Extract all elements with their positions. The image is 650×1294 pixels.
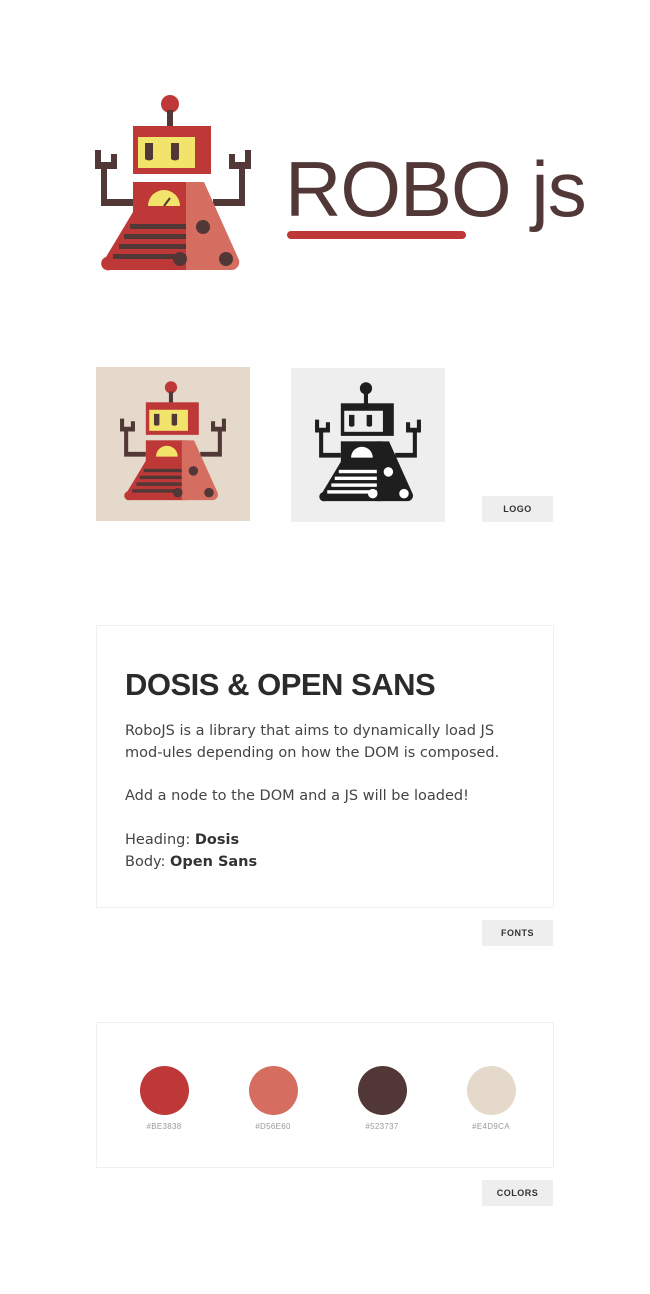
body-font-label: Body: bbox=[125, 854, 166, 870]
color-dot bbox=[357, 1066, 407, 1115]
fonts-card: DOSIS & OPEN SANS RoboJS is a library th… bbox=[96, 625, 554, 908]
logo-wordmark: ROBO js bbox=[285, 145, 587, 233]
fonts-section-label: FONTS bbox=[482, 920, 553, 946]
fonts-tagline: Add a node to the DOM and a JS will be l… bbox=[125, 788, 469, 804]
heading-font-value: Dosis bbox=[194, 832, 240, 848]
logo-color-tile bbox=[96, 367, 250, 521]
logo-mono-tile bbox=[291, 368, 445, 522]
color-dot bbox=[466, 1066, 516, 1115]
robot-logo-mono-icon bbox=[315, 382, 421, 502]
robot-logo-color-icon bbox=[120, 381, 226, 501]
logo-section-label: LOGO bbox=[482, 496, 553, 522]
color-swatch: #E4D9CA bbox=[451, 1066, 531, 1131]
wordmark-underline bbox=[287, 231, 466, 239]
color-swatch: #D56E60 bbox=[233, 1066, 313, 1131]
body-font-value: Open Sans bbox=[170, 854, 258, 870]
color-hex-label: #D56E60 bbox=[255, 1122, 291, 1131]
fonts-description: RoboJS is a library that aims to dynamic… bbox=[125, 723, 500, 761]
color-swatch: #BE3838 bbox=[124, 1066, 204, 1131]
colors-card: #BE3838 #D56E60 #523737 #E4D9CA bbox=[96, 1022, 554, 1168]
color-dot bbox=[248, 1066, 298, 1115]
color-hex-label: #E4D9CA bbox=[472, 1122, 510, 1131]
heading-font-spec: Heading: Dosis bbox=[125, 829, 257, 851]
robot-logo-icon bbox=[95, 95, 251, 271]
color-dot bbox=[139, 1066, 189, 1115]
font-spec-list: Heading: Dosis Body: Open Sans bbox=[125, 829, 257, 873]
body-font-spec: Body: Open Sans bbox=[125, 851, 257, 873]
heading-font-label: Heading: bbox=[125, 832, 191, 848]
color-swatch: #523737 bbox=[342, 1066, 422, 1131]
colors-section-label: COLORS bbox=[482, 1180, 553, 1206]
fonts-heading: DOSIS & OPEN SANS bbox=[125, 667, 436, 702]
color-hex-label: #523737 bbox=[365, 1122, 399, 1131]
color-hex-label: #BE3838 bbox=[146, 1122, 182, 1131]
